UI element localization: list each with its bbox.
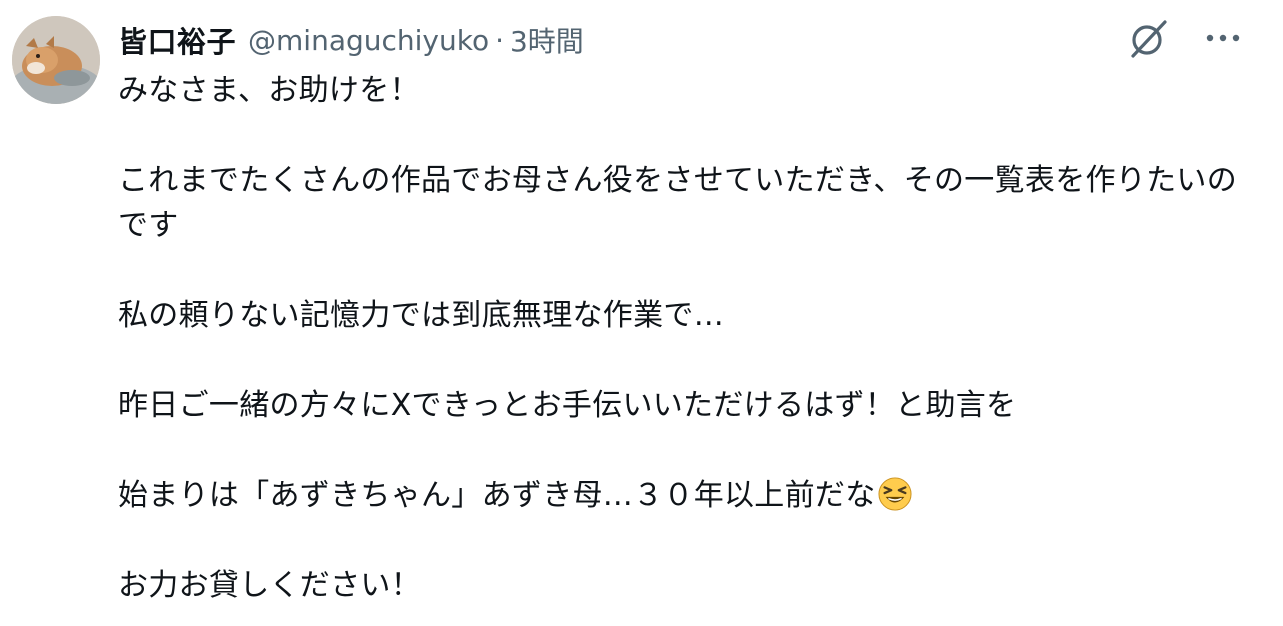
separator-dot: ·: [495, 23, 504, 57]
dog-avatar-icon: [12, 16, 100, 104]
tweet-paragraph: お力お貸しください！: [118, 568, 421, 603]
author-avatar[interactable]: [12, 16, 100, 104]
tweet-header: 皆口裕子 @minaguchiyuko · 3時間: [118, 18, 584, 62]
tweet-paragraph: これまでたくさんの作品でお母さん役をさせていただき、その一覧表を作りたいのです: [118, 163, 1237, 243]
tweet-actions: [1125, 14, 1247, 62]
grok-icon: [1131, 20, 1167, 58]
grok-button[interactable]: [1125, 14, 1173, 62]
tweet-text: みなさま、お助けを！ これまでたくさんの作品でお母さん役をさせていただき、その一…: [118, 68, 1248, 608]
more-button[interactable]: [1199, 14, 1247, 62]
author-handle[interactable]: @minaguchiyuko: [248, 24, 489, 57]
author-display-name[interactable]: 皆口裕子: [118, 19, 236, 61]
tweet-paragraph-with-emoji: 始まりは「あずきちゃん」あずき母…３０年以上前だな: [118, 473, 1248, 518]
more-icon: [1206, 34, 1240, 42]
tweet-timestamp[interactable]: 3時間: [510, 20, 584, 60]
tweet-paragraph: 私の頼りない記憶力では到底無理な作業で…: [118, 298, 724, 333]
laughing-squint-face-icon: [877, 477, 912, 511]
tweet-paragraph: 昨日ご一緒の方々にXできっとお手伝いいただけるはず！と助言を: [118, 388, 1017, 423]
tweet-paragraph: みなさま、お助けを！: [118, 73, 420, 108]
tweet-paragraph-text: 始まりは「あずきちゃん」あずき母…３０年以上前だな: [118, 478, 876, 513]
